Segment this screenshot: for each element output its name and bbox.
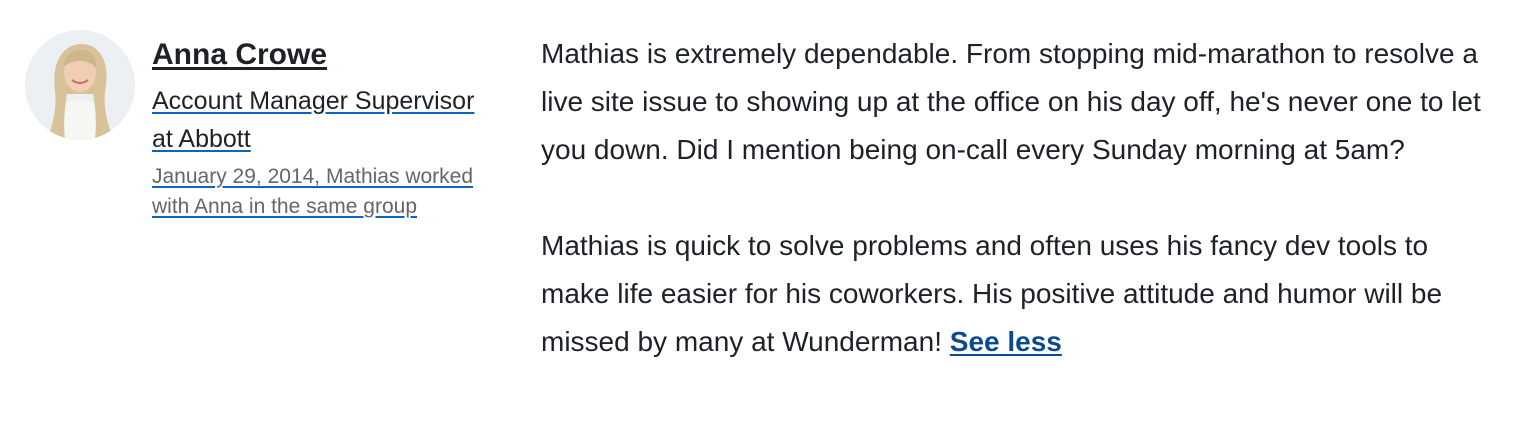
- recommender-name-link[interactable]: Anna Crowe: [152, 36, 327, 74]
- recommender-headline-link[interactable]: Account Manager Supervisor at Abbott: [152, 82, 502, 158]
- relationship-text-link[interactable]: January 29, 2014, Mathias worked with An…: [152, 162, 502, 222]
- profile-photo: [25, 30, 135, 140]
- recommendation-text: Mathias is extremely dependable. From st…: [541, 30, 1501, 366]
- see-less-link[interactable]: See less: [950, 326, 1062, 357]
- recommendation-paragraph-1: Mathias is extremely dependable. From st…: [541, 38, 1481, 165]
- recommender-info: Anna Crowe Account Manager Supervisor at…: [152, 36, 502, 222]
- recommendation-paragraph-2: Mathias is quick to solve problems and o…: [541, 222, 1501, 366]
- recommendation-card: Anna Crowe Account Manager Supervisor at…: [0, 0, 1522, 438]
- avatar[interactable]: [25, 30, 135, 140]
